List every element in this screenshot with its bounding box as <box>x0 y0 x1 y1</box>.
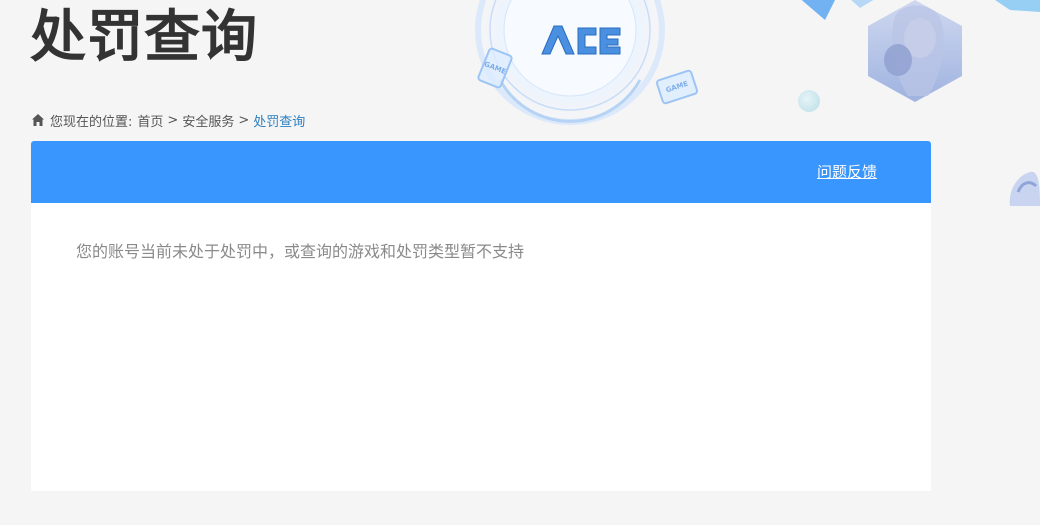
breadcrumb-separator: > <box>167 112 179 128</box>
page: GAME GAME 处罚查询 您现在的位置: 首页 > 安全服务 > 处罚查询 … <box>0 0 1040 525</box>
result-panel: 问题反馈 您的账号当前未处于处罚中，或查询的游戏和处罚类型暂不支持 <box>31 141 931 491</box>
game-tile-label: GAME <box>664 79 690 95</box>
breadcrumb: 您现在的位置: 首页 > 安全服务 > 处罚查询 <box>31 111 306 130</box>
panel-header-bar: 问题反馈 <box>31 141 931 203</box>
side-character-decoration <box>1009 171 1040 206</box>
breadcrumb-prefix: 您现在的位置: <box>50 114 133 130</box>
page-title: 处罚查询 <box>30 5 258 70</box>
bubble-decoration <box>798 90 820 112</box>
panel-body: 您的账号当前未处于处罚中，或查询的游戏和处罚类型暂不支持 <box>31 203 931 301</box>
character-portrait-decoration <box>868 0 962 102</box>
breadcrumb-current: 处罚查询 <box>253 114 306 130</box>
home-icon <box>31 113 45 127</box>
breadcrumb-home-link[interactable]: 首页 <box>137 111 163 130</box>
feedback-link[interactable]: 问题反馈 <box>817 161 877 183</box>
status-message: 您的账号当前未处于处罚中，或查询的游戏和处罚类型暂不支持 <box>76 242 525 261</box>
breadcrumb-security-link[interactable]: 安全服务 <box>182 111 234 130</box>
breadcrumb-separator: > <box>238 112 250 128</box>
game-tile-label: GAME <box>482 60 508 77</box>
